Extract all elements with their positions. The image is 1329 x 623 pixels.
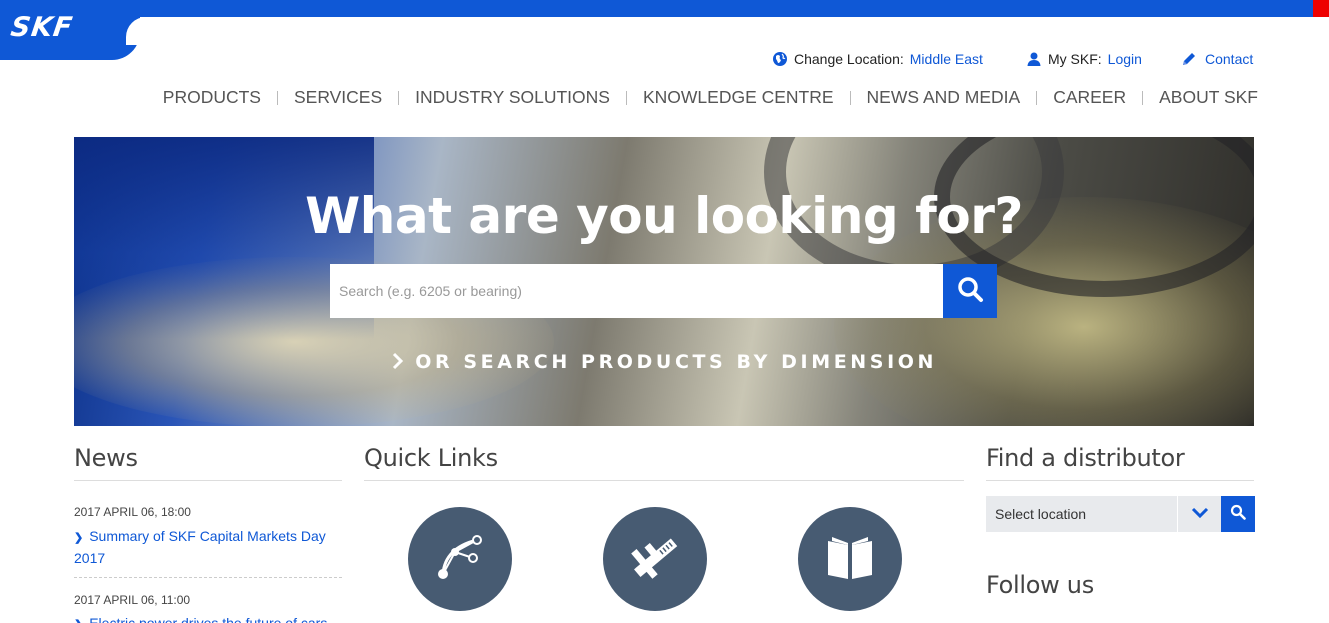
quick-link-button[interactable]: [603, 507, 707, 611]
find-distributor-button[interactable]: [1221, 496, 1255, 532]
red-corner-marker: [1313, 0, 1329, 17]
search-button[interactable]: [943, 264, 997, 318]
quick-link-button[interactable]: [408, 507, 512, 611]
hero-title: What are you looking for?: [305, 187, 1023, 245]
hero-banner: What are you looking for? OR SEARCH PROD…: [74, 137, 1254, 426]
quick-links-divider: [364, 480, 964, 481]
news-headline: Electric power drives the future of cars: [89, 615, 328, 623]
nav-about-skf[interactable]: ABOUT SKF: [1143, 87, 1258, 108]
news-date: 2017 APRIL 06, 11:00: [74, 593, 191, 607]
open-book-icon: [822, 529, 878, 590]
change-location[interactable]: Change Location: Middle East: [772, 51, 983, 67]
news-divider: [74, 480, 342, 481]
news-date: 2017 APRIL 06, 18:00: [74, 505, 191, 519]
search-icon: [956, 275, 984, 308]
news-item-link[interactable]: ❯ Electric power drives the future of car…: [74, 613, 342, 623]
login-link[interactable]: Login: [1108, 51, 1142, 67]
dimension-link-label: OR SEARCH PRODUCTS BY DIMENSION: [415, 351, 938, 373]
nav-products[interactable]: PRODUCTS: [147, 87, 277, 108]
nav-career[interactable]: CAREER: [1037, 87, 1142, 108]
skf-logo[interactable]: SKF: [0, 0, 154, 60]
location-value-link[interactable]: Middle East: [910, 51, 983, 67]
follow-us-title: Follow us: [986, 571, 1094, 599]
logo-text: SKF: [8, 12, 75, 43]
search-by-dimension-link[interactable]: OR SEARCH PRODUCTS BY DIMENSION: [74, 351, 1254, 373]
contact[interactable]: Contact: [1181, 51, 1253, 67]
search-icon: [1230, 504, 1246, 525]
hero-background-shade: [74, 137, 374, 426]
nav-knowledge-centre[interactable]: KNOWLEDGE CENTRE: [627, 87, 850, 108]
news-title: News: [74, 444, 138, 472]
quick-link-button[interactable]: [798, 507, 902, 611]
pencil-icon: [1181, 51, 1197, 67]
my-skf[interactable]: My SKF: Login: [1026, 51, 1142, 67]
chevron-right-icon: ❯: [74, 532, 84, 544]
quick-links-title: Quick Links: [364, 444, 498, 472]
location-dropdown-toggle[interactable]: [1177, 496, 1221, 532]
chevron-right-icon: [391, 351, 415, 373]
nav-industry-solutions[interactable]: INDUSTRY SOLUTIONS: [399, 87, 626, 108]
location-select[interactable]: Select location: [986, 496, 1177, 532]
chevron-right-icon: ❯: [74, 619, 83, 623]
myskf-label: My SKF:: [1048, 51, 1102, 67]
contact-link[interactable]: Contact: [1205, 51, 1253, 67]
caliper-icon: [625, 527, 685, 592]
news-headline: Summary of SKF Capital Markets Day 2017: [74, 528, 326, 566]
search-input[interactable]: [330, 264, 943, 318]
news-separator: [74, 577, 342, 578]
top-blue-bar: [0, 0, 1313, 17]
distributor-divider: [986, 480, 1254, 481]
nav-news-and-media[interactable]: NEWS AND MEDIA: [851, 87, 1037, 108]
distributor-title: Find a distributor: [986, 444, 1185, 472]
bezier-curve-icon: [433, 530, 487, 589]
news-item-link[interactable]: ❯ Summary of SKF Capital Markets Day 2017: [74, 526, 342, 568]
user-icon: [1026, 51, 1042, 67]
main-navigation: PRODUCTS SERVICES INDUSTRY SOLUTIONS KNO…: [147, 87, 1258, 108]
chevron-down-icon: [1191, 505, 1209, 523]
location-label: Change Location:: [794, 51, 904, 67]
nav-services[interactable]: SERVICES: [278, 87, 398, 108]
globe-icon: [772, 51, 788, 67]
